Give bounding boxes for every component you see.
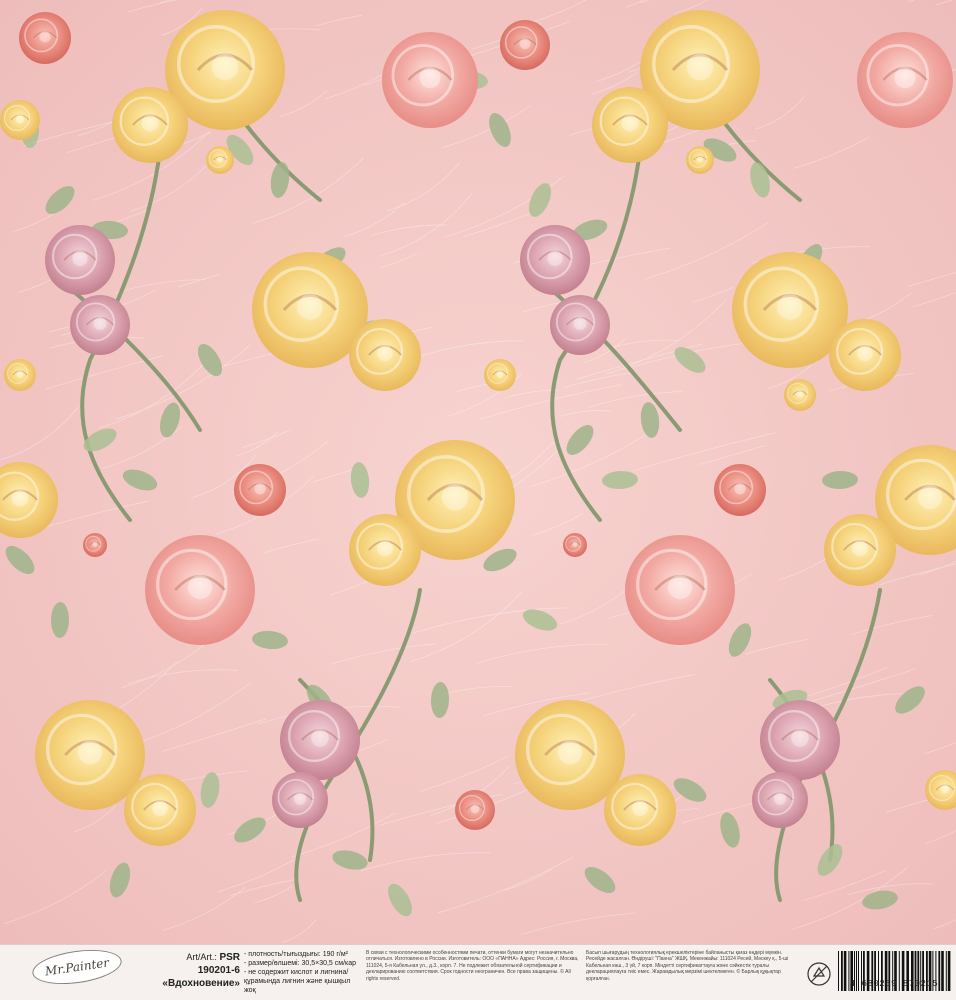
- rose: [520, 225, 590, 295]
- rose: [70, 295, 130, 355]
- rose: [19, 12, 71, 64]
- rose: [124, 774, 196, 846]
- spec-acid-free-kz: құрамында лигнин және қышқыл жоқ: [244, 978, 351, 994]
- rose: [112, 87, 188, 163]
- rose: [625, 535, 735, 645]
- rose: [234, 464, 286, 516]
- rose: [563, 533, 587, 557]
- rose: [349, 514, 421, 586]
- rose: [484, 359, 516, 391]
- rose: [752, 772, 808, 828]
- rose: [784, 379, 816, 411]
- rose: [272, 772, 328, 828]
- rose: [280, 700, 360, 780]
- rose: [604, 774, 676, 846]
- spec-acid-free: - не содержит кислот и лигнина/: [244, 969, 349, 976]
- recycle-icon: [807, 962, 831, 986]
- article-code: PSR: [219, 952, 240, 963]
- rose: [45, 225, 115, 295]
- rose: [500, 20, 550, 70]
- legal-text-ru: В связи с технологическими особенностями…: [366, 950, 579, 982]
- rose: [455, 790, 495, 830]
- rose: [83, 533, 107, 557]
- footer-label: Mr.Painter Art/Art.: PSR 190201-6 «Вдохн…: [0, 944, 956, 1000]
- rose: [686, 146, 714, 174]
- article-block: Art/Art.: PSR 190201-6 «Вдохновение»: [140, 951, 240, 990]
- rose: [4, 359, 36, 391]
- rose: [206, 146, 234, 174]
- scrapbook-paper: Mr.Painter Art/Art.: PSR 190201-6 «Вдохн…: [0, 0, 956, 1000]
- rose: [824, 514, 896, 586]
- floral-pattern: [0, 0, 956, 944]
- rose: [714, 464, 766, 516]
- rose: [550, 295, 610, 355]
- spec-size: - размер/өлшемі: 30,5×30,5 см/кар: [244, 960, 357, 967]
- article-number: 190201-6: [197, 965, 240, 976]
- rose: [349, 319, 421, 391]
- brand-logo: Mr.Painter: [30, 944, 124, 990]
- rose: [857, 32, 953, 128]
- spec-density: - плотность/тығыздығы: 190 г/м²: [244, 951, 348, 958]
- rose: [760, 700, 840, 780]
- collection-name: «Вдохновение»: [162, 978, 240, 989]
- rose: [382, 32, 478, 128]
- barcode-digits: 4 680269 870215: [849, 979, 939, 989]
- legal-text-kz: Басып шығарудың технологиялық ерекшелікт…: [586, 950, 789, 982]
- rose: [0, 100, 40, 140]
- rose: [592, 87, 668, 163]
- brand-logo-text: Mr.Painter: [44, 955, 110, 979]
- article-label: Art/Art.:: [186, 952, 217, 962]
- rose: [829, 319, 901, 391]
- paper-specs: - плотность/тығыздығы: 190 г/м² - размер…: [244, 950, 362, 995]
- rose: [145, 535, 255, 645]
